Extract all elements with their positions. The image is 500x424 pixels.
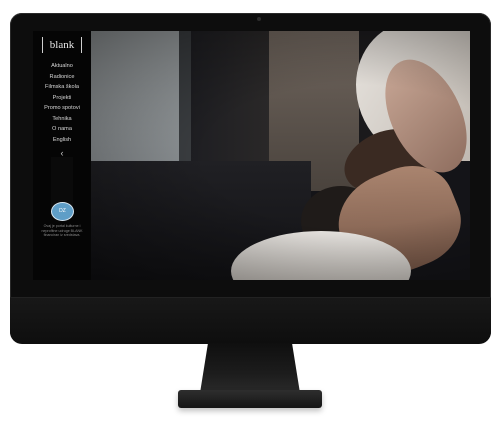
nav-item-o-nama[interactable]: O nama	[33, 124, 91, 135]
webcam-dot	[257, 17, 261, 21]
hero-photo	[91, 31, 470, 280]
nav-item-promo-spotovi[interactable]: Promo spotovi	[33, 103, 91, 114]
nav-item-filmska-skola[interactable]: Filmska škola	[33, 82, 91, 93]
monitor-stand-neck	[200, 343, 300, 393]
photo-vignette	[91, 31, 470, 280]
screen: blank Aktualno Radionice Filmska škola P…	[33, 31, 470, 280]
nav-item-english[interactable]: English	[33, 135, 91, 146]
sidebar: blank Aktualno Radionice Filmska škola P…	[33, 31, 91, 280]
monitor-stand-foot	[178, 390, 322, 408]
nav-item-aktualno[interactable]: Aktualno	[33, 61, 91, 72]
monitor-chin	[10, 297, 491, 344]
site-logo[interactable]: blank	[42, 37, 82, 53]
main-nav: Aktualno Radionice Filmska škola Projekt…	[33, 61, 91, 145]
nav-item-radionice[interactable]: Radionice	[33, 72, 91, 83]
funding-logo-badge[interactable]: DZ	[51, 202, 74, 221]
nav-item-tehnika[interactable]: Tehnika	[33, 114, 91, 125]
funding-notice: Ovaj je portal kulturne i neprofitne udr…	[41, 224, 83, 238]
nav-item-projekti[interactable]: Projekti	[33, 93, 91, 104]
